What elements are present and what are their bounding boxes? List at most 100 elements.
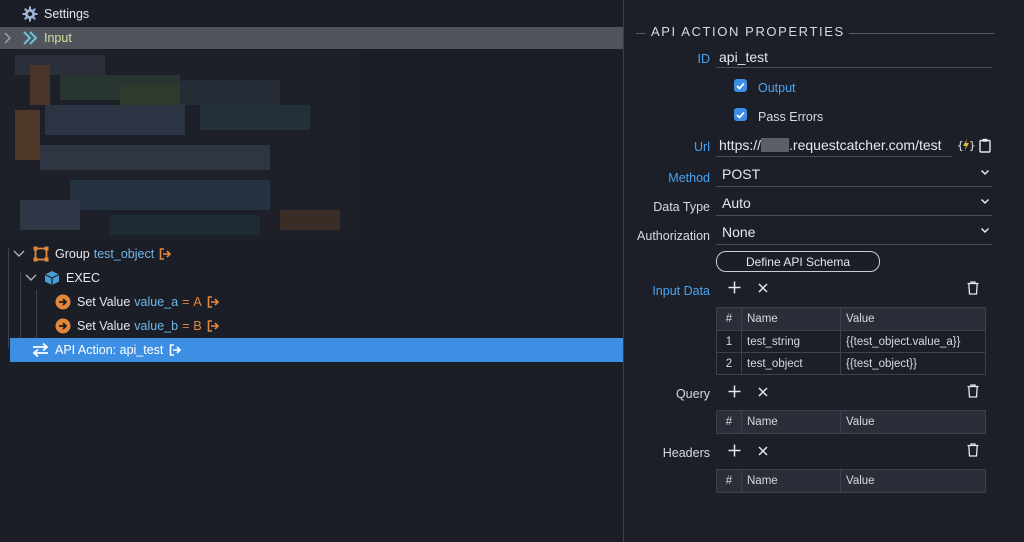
add-icon[interactable] [728,385,741,398]
group-name: test_object [93,247,155,261]
data-type-label: Data Type [653,200,710,214]
col-value-header: Value [840,307,986,331]
pass-errors-label: Pass Errors [758,110,824,124]
clear-icon[interactable] [758,387,768,397]
authorization-value: None [722,224,756,240]
row-index: 2 [716,352,742,375]
chevron-down-icon[interactable] [12,250,26,258]
set-value-val: B [193,319,202,333]
col-name-header: Name [741,410,841,434]
method-label: Method [668,171,710,185]
col-index-header: # [716,307,742,331]
tree-item-input[interactable]: Input [0,27,623,49]
headers-table: # Name Value [716,469,986,493]
svg-text:}: } [969,139,975,152]
table-header-row: # Name Value [716,307,986,331]
set-value-prefix: Set Value [77,319,131,333]
settings-label: Settings [44,7,90,21]
pass-errors-checkbox[interactable] [734,108,747,121]
url-underline [716,156,952,157]
id-underline [716,67,992,68]
col-index-header: # [716,410,742,434]
add-icon[interactable] [728,281,741,294]
arrow-circle-icon [55,294,71,310]
chevron-down-icon [980,167,990,177]
url-field[interactable]: https:// .requestcatcher.com/test [719,137,942,153]
authorization-select[interactable]: None [716,221,992,245]
tree-item-settings[interactable]: Settings [22,2,89,26]
set-value-eq: = [182,319,190,333]
row-name[interactable]: test_object [741,352,841,375]
row-value[interactable]: {{test_object.value_a}} [840,330,986,353]
cube-icon [44,270,60,286]
data-type-select[interactable]: Auto [716,192,992,216]
table-row[interactable]: 2 test_object {{test_object}} [716,352,986,375]
id-label: ID [697,52,711,66]
panel-title: API ACTION PROPERTIES [651,24,845,39]
lightning-variable-icon[interactable]: {} [957,138,975,152]
tree-item-group[interactable]: Group test_object [12,242,172,266]
table-header-row: # Name Value [716,469,986,493]
exit-icon[interactable] [169,344,182,356]
tree-item-api-action[interactable]: API Action: api_test [10,338,623,362]
col-name-header: Name [741,469,841,493]
set-value-eq: = [182,295,190,309]
api-action-label: API Action: api_test [55,343,164,357]
url-redacted [761,138,790,152]
output-label: Output [758,81,796,95]
group-icon [33,246,49,262]
query-label: Query [675,387,710,401]
title-rule-left [636,33,646,34]
data-type-value: Auto [722,195,751,211]
headers-label: Headers [662,446,710,460]
input-label: Input [44,31,72,45]
col-value-header: Value [840,410,986,434]
properties-panel: API ACTION PROPERTIES ID api_test Output… [624,0,1024,542]
input-data-table: # Name Value 1 test_string {{test_object… [716,307,986,375]
trash-icon[interactable] [967,281,979,295]
arrow-circle-icon [55,318,71,334]
svg-text:{: { [957,139,964,152]
tree-item-set-value-a[interactable]: Set Value value_a = A [55,290,220,314]
col-name-header: Name [741,307,841,331]
trash-icon[interactable] [967,384,979,398]
title-rule-right [849,33,994,34]
output-checkbox[interactable] [734,79,747,92]
blurred-region [0,50,360,240]
double-chevron-icon [22,31,38,45]
table-row[interactable]: 1 test_string {{test_object.value_a}} [716,330,986,353]
add-icon[interactable] [728,444,741,457]
set-value-var: value_b [134,319,179,333]
col-value-header: Value [840,469,986,493]
col-index-header: # [716,469,742,493]
query-table: # Name Value [716,410,986,434]
url-suffix: .requestcatcher.com/test [789,137,942,153]
clear-icon[interactable] [758,283,768,293]
set-value-var: value_a [134,295,179,309]
method-select[interactable]: POST [716,163,992,187]
gear-icon [22,6,38,22]
url-prefix: https:// [719,137,762,153]
trash-icon[interactable] [967,443,979,457]
set-value-prefix: Set Value [77,295,131,309]
exec-label: EXEC [66,271,101,285]
row-name[interactable]: test_string [741,330,841,353]
tree-item-set-value-b[interactable]: Set Value value_b = B [55,314,220,338]
row-value[interactable]: {{test_object}} [840,352,986,375]
clear-icon[interactable] [758,446,768,456]
exit-icon[interactable] [207,320,220,332]
exit-icon[interactable] [207,296,220,308]
swap-arrows-icon [32,342,49,358]
id-field[interactable]: api_test [719,49,768,65]
exit-icon[interactable] [159,248,172,260]
define-api-schema-button[interactable]: Define API Schema [716,251,880,272]
chevron-down-icon [980,196,990,206]
method-value: POST [722,166,761,182]
row-index: 1 [716,330,742,353]
group-prefix: Group [55,247,90,261]
chevron-right-icon[interactable] [4,31,12,45]
clipboard-icon[interactable] [979,138,991,153]
chevron-down-icon[interactable] [24,274,38,282]
tree-item-exec[interactable]: EXEC [24,266,100,290]
tree-panel: Settings Input Group test_object EXEC Se… [0,0,623,542]
